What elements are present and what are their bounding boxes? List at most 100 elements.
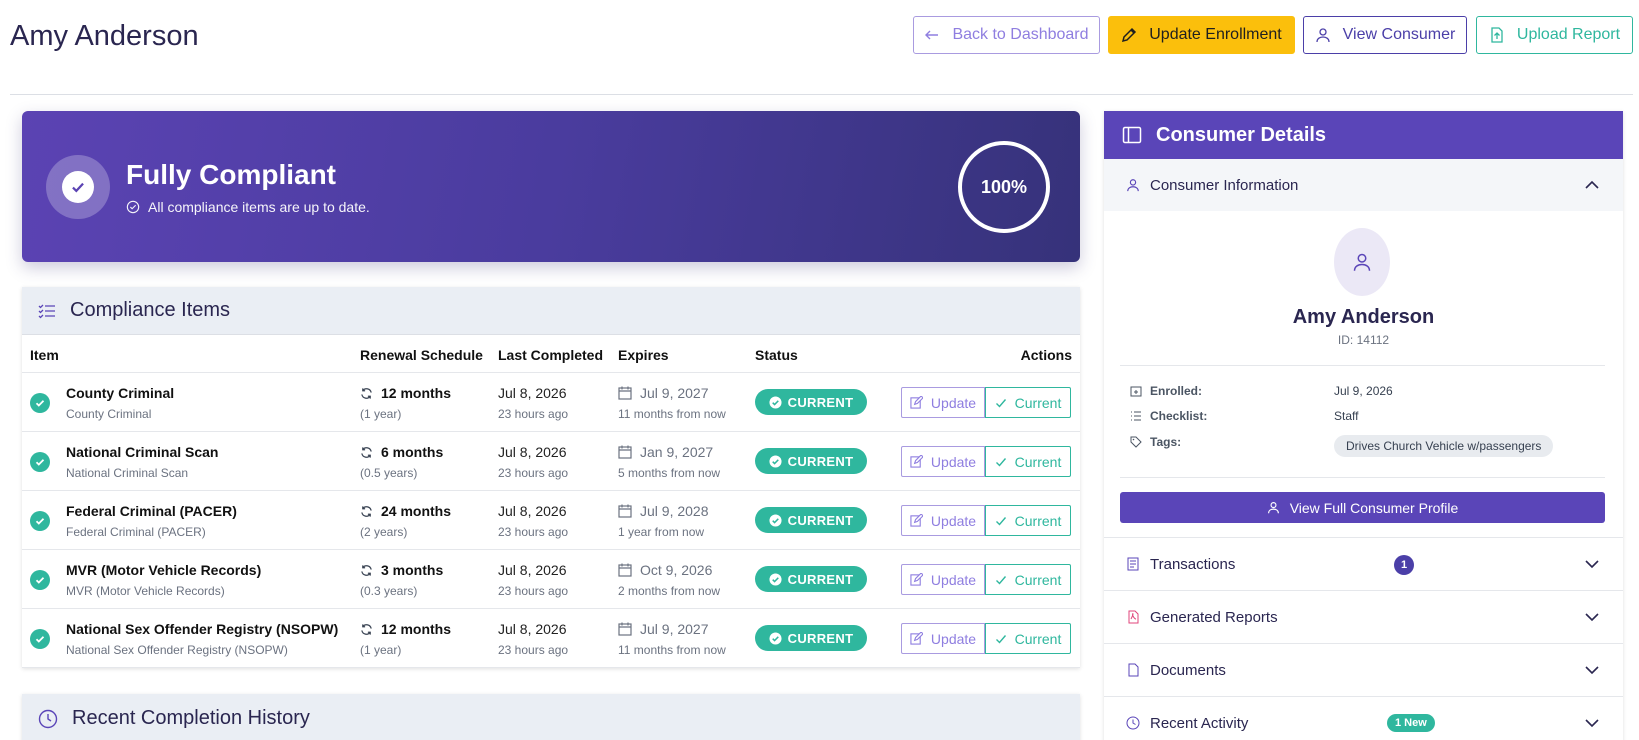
arrow-left-icon [925,30,939,40]
chevron-up-icon [1585,180,1599,189]
generated-reports-label: Generated Reports [1150,608,1278,626]
expires-relative: 2 months from now [618,584,721,598]
update-item-label: Update [930,394,977,411]
documents-toggle[interactable]: Documents [1104,643,1623,696]
last-completed-date: Jul 8, 2026 [498,385,567,401]
renewal-schedule: 12 months [360,621,451,637]
recent-activity-toggle[interactable]: Recent Activity 1 New [1104,696,1623,740]
expires: Jul 9, 2027 [618,621,709,637]
compliance-items-title: Compliance Items [70,299,231,321]
generated-reports-toggle[interactable]: Generated Reports [1104,590,1623,643]
history-header: Recent Completion History [22,694,1080,740]
renewal-value: 3 months [381,562,444,578]
view-full-consumer-profile-button[interactable]: View Full Consumer Profile [1120,492,1605,523]
consumer-information-toggle[interactable]: Consumer Information [1104,159,1623,211]
clock-icon [38,709,58,728]
enrolled-value: Jul 9, 2026 [1334,384,1393,398]
upload-label: Upload Report [1516,26,1621,43]
check-icon [995,457,1006,467]
file-icon [1128,663,1139,677]
consumer-details-header: Consumer Details [1104,111,1623,159]
check-circle-icon [769,513,782,527]
table-row: MVR (Motor Vehicle Records) MVR (Motor Ve… [22,550,1080,609]
tags-label: Tags: [1130,435,1181,449]
check-circle-icon [769,631,782,645]
refresh-icon [361,505,372,517]
expires-date: Oct 9, 2026 [640,562,713,578]
transactions-toggle[interactable]: Transactions 1 [1104,537,1623,590]
user-icon [1353,253,1371,271]
expires-date: Jan 9, 2027 [640,444,714,460]
last-completed-relative: 23 hours ago [498,584,569,598]
table-row: National Sex Offender Registry (NSOPW) Na… [22,609,1080,668]
check-circle-icon [30,393,50,413]
renewal-schedule: 24 months [360,503,451,519]
user-icon [1316,28,1330,43]
status-text: CURRENT [787,571,854,587]
consumer-information-label: Consumer Information [1150,176,1299,194]
update-enrollment-button[interactable]: Update Enrollment [1108,16,1295,54]
receipt-icon [1127,557,1139,571]
expires: Oct 9, 2026 [618,562,712,578]
update-item-button[interactable]: Update [901,623,985,654]
renewal-value: 12 months [381,385,452,401]
calendar-icon [618,445,632,459]
calendar-icon [618,563,632,577]
mark-current-button[interactable]: Current [985,623,1071,654]
enrolled-label: Enrolled: [1130,384,1202,398]
status-text: CURRENT [787,512,854,528]
status-text: CURRENT [787,630,854,646]
user-icon [1267,502,1279,514]
recent-completion-history-card: Recent Completion History [22,694,1080,740]
expires: Jul 9, 2027 [618,385,709,401]
item-name: MVR (Motor Vehicle Records) [66,562,262,578]
mark-current-label: Current [1014,453,1062,470]
edit-icon [910,632,923,645]
last-completed-date: Jul 8, 2026 [498,621,567,637]
update-item-label: Update [930,453,977,470]
history-title: Recent Completion History [72,707,310,729]
last-completed-relative: 23 hours ago [498,407,569,421]
check-circle-icon [769,454,782,468]
update-item-label: Update [930,512,977,529]
back-to-dashboard-button[interactable]: Back to Dashboard [913,16,1100,54]
info-divider-bottom [1120,477,1605,478]
update-item-button[interactable]: Update [901,564,985,595]
mark-current-button[interactable]: Current [985,564,1071,595]
enrolled-label-text: Enrolled: [1150,384,1203,398]
mark-current-button[interactable]: Current [985,446,1071,477]
last-completed-relative: 23 hours ago [498,525,569,539]
col-item: Item [30,347,59,363]
consumer-details-panel: Consumer Details Consumer Information Am… [1104,111,1623,740]
upload-report-button[interactable]: Upload Report [1476,16,1633,54]
consumer-name: Amy Anderson [1292,306,1435,328]
update-item-button[interactable]: Update [901,505,985,536]
col-renewal: Renewal Schedule [360,347,483,363]
expires-date: Jul 9, 2027 [640,621,709,637]
check-circle-icon [30,452,50,472]
update-label: Update Enrollment [1149,26,1282,43]
table-row: County Criminal County Criminal 12 months (… [22,373,1080,432]
expires: Jul 9, 2028 [618,503,709,519]
mark-current-button[interactable]: Current [985,505,1071,536]
compliance-items-header: Compliance Items [22,287,1080,335]
item-subtitle: MVR (Motor Vehicle Records) [66,584,225,598]
col-expires: Expires [618,347,669,363]
tags-label-text: Tags: [1150,435,1182,449]
pencil-icon [1122,27,1137,43]
calendar-icon [618,504,632,518]
view-consumer-button[interactable]: View Consumer [1303,16,1467,54]
compliance-status-subtitle: All compliance items are up to date. [126,199,370,215]
compliance-percent-ring: 100% [958,141,1050,233]
status-badge: CURRENT [755,448,867,474]
user-icon [1127,179,1139,192]
update-item-button[interactable]: Update [901,387,985,418]
check-icon [995,398,1006,408]
expires-relative: 1 year from now [618,525,705,539]
update-item-button[interactable]: Update [901,446,985,477]
list-check-icon [38,304,55,318]
update-item-label: Update [930,630,977,647]
mark-current-button[interactable]: Current [985,387,1071,418]
renewal-subtitle: (0.5 years) [360,466,418,480]
compliance-icon [46,155,110,219]
